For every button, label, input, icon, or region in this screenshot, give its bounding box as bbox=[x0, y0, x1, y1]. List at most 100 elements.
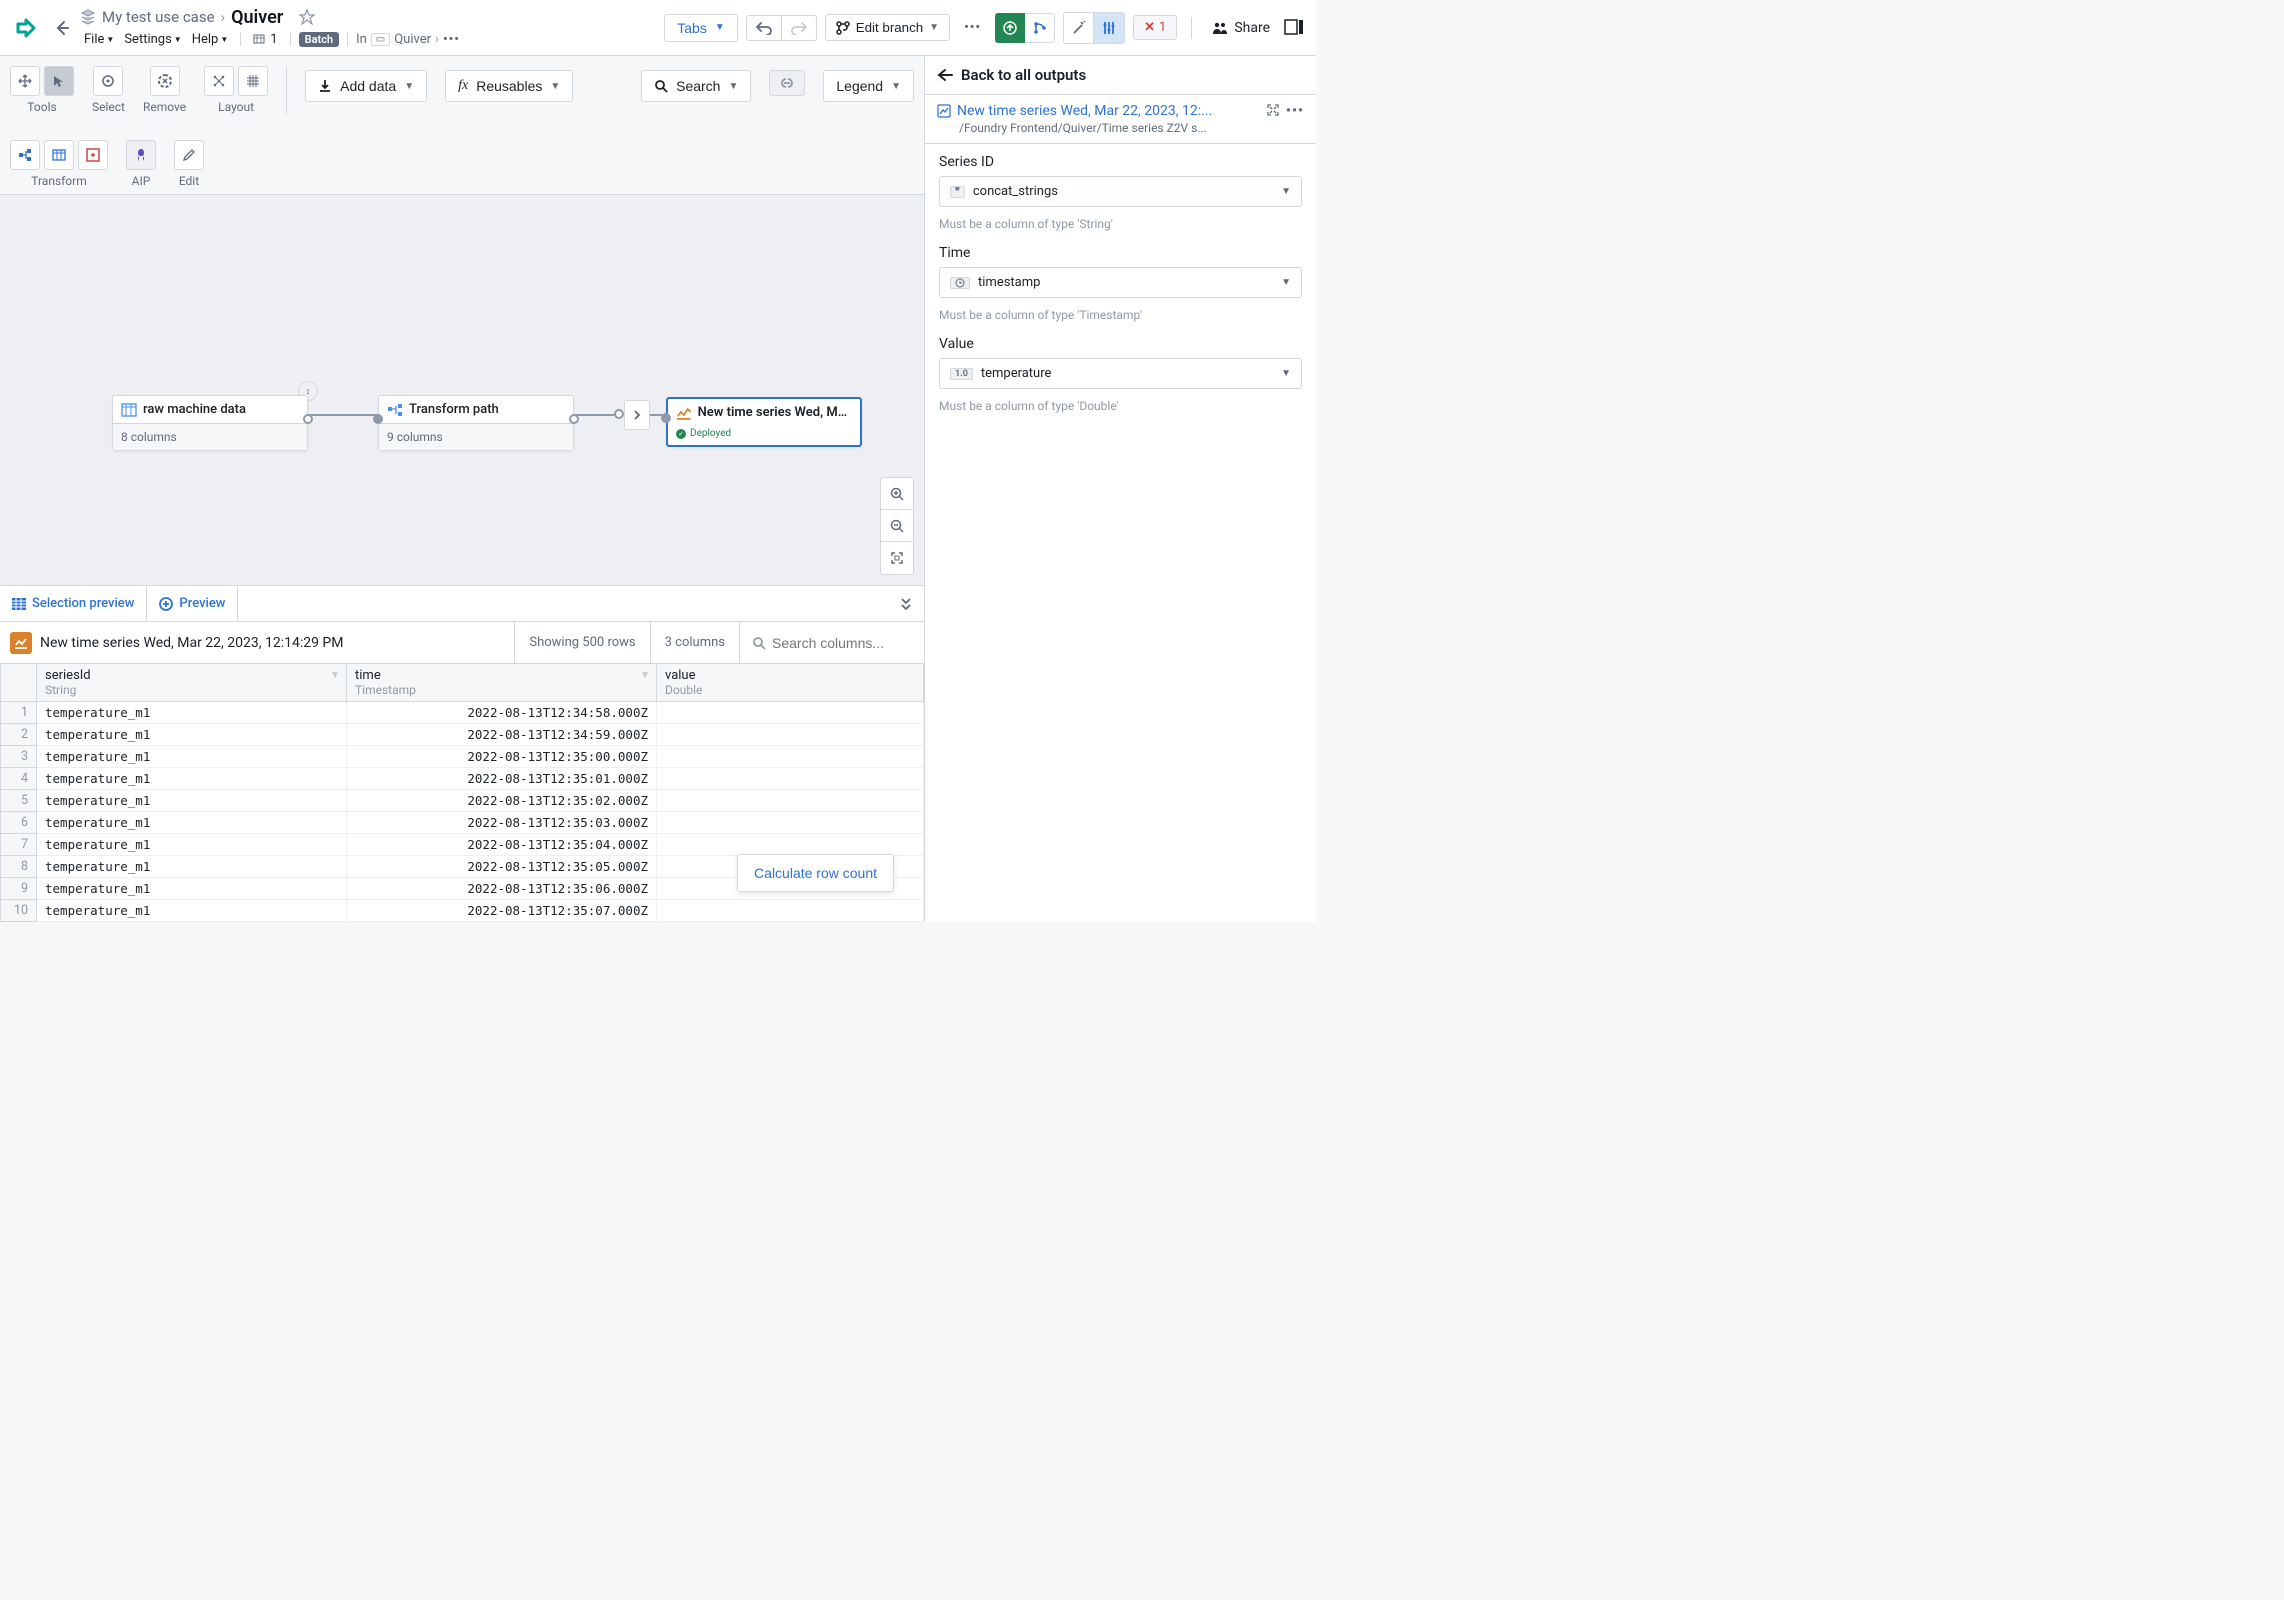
check-icon: ✓ bbox=[676, 429, 686, 439]
table-row[interactable]: 1temperature_m12022-08-13T12:34:58.000Z bbox=[1, 702, 924, 724]
canvas[interactable]: ↕ raw machine data 8 columns Transform p… bbox=[0, 195, 924, 585]
legend-button[interactable]: Legend▼ bbox=[823, 70, 914, 102]
column-menu-icon[interactable]: ▼ bbox=[330, 670, 340, 681]
back-arrow-icon[interactable] bbox=[48, 14, 76, 42]
move-tool-icon[interactable] bbox=[10, 66, 40, 96]
timeseries-icon bbox=[10, 632, 32, 654]
dataset-icon bbox=[121, 403, 137, 417]
node-raw-data[interactable]: raw machine data 8 columns bbox=[112, 395, 308, 451]
series-id-hint: Must be a column of type 'String' bbox=[925, 211, 1316, 235]
chevron-down-icon: ▼ bbox=[1281, 186, 1291, 197]
more-icon[interactable]: ••• bbox=[958, 15, 987, 40]
settings-menu[interactable]: Settings▼ bbox=[120, 30, 185, 49]
share-button[interactable]: Share bbox=[1206, 16, 1276, 40]
layout-tree-icon[interactable] bbox=[204, 66, 234, 96]
edit-label: Edit bbox=[179, 174, 199, 188]
output-node-title[interactable]: New time series Wed, Mar 22, 2023, 12:..… bbox=[957, 103, 1212, 119]
output-node-path: /Foundry Frontend/Quiver/Time series Z2V… bbox=[937, 119, 1304, 135]
transform-flow-icon[interactable] bbox=[10, 140, 40, 170]
file-menu[interactable]: File▼ bbox=[80, 30, 118, 49]
preview-cols-count: 3 columns bbox=[650, 622, 739, 663]
node-port-in[interactable] bbox=[661, 413, 671, 423]
collapse-preview-icon[interactable] bbox=[888, 597, 924, 611]
merge-button[interactable] bbox=[1025, 13, 1055, 43]
error-badge[interactable]: ✕ 1 bbox=[1133, 15, 1177, 40]
panel-toggle-icon[interactable] bbox=[1284, 19, 1306, 37]
layout-grid-icon[interactable] bbox=[238, 66, 268, 96]
titlebar: My test use case › Quiver File▼ Settings… bbox=[0, 0, 1316, 56]
help-menu[interactable]: Help▼ bbox=[188, 30, 233, 49]
search-columns-input[interactable] bbox=[739, 622, 924, 663]
table-row[interactable]: 3temperature_m12022-08-13T12:35:00.000Z bbox=[1, 746, 924, 768]
star-icon[interactable] bbox=[299, 9, 315, 25]
table-row[interactable]: 7temperature_m12022-08-13T12:35:04.000Z bbox=[1, 834, 924, 856]
tabs-button[interactable]: Tabs▼ bbox=[664, 14, 737, 42]
count-indicator[interactable]: 1 bbox=[249, 30, 281, 49]
table-row[interactable]: 5temperature_m12022-08-13T12:35:02.000Z bbox=[1, 790, 924, 812]
more-icon[interactable]: ••• bbox=[1286, 103, 1304, 119]
redo-button[interactable] bbox=[782, 16, 816, 40]
tools-label: Tools bbox=[27, 100, 56, 114]
remove-icon[interactable] bbox=[150, 66, 180, 96]
undo-button[interactable] bbox=[747, 16, 782, 40]
app-logo-icon bbox=[8, 10, 44, 46]
link-icon[interactable] bbox=[769, 70, 805, 96]
transform-icon bbox=[387, 403, 403, 417]
download-icon bbox=[318, 79, 332, 93]
chart-file-icon bbox=[937, 104, 951, 118]
node-transform[interactable]: Transform path 9 columns bbox=[378, 395, 574, 451]
expand-node-button[interactable] bbox=[624, 400, 650, 430]
tab-preview[interactable]: Preview bbox=[147, 586, 238, 621]
value-select[interactable]: 1.0 temperature ▼ bbox=[939, 358, 1302, 389]
back-to-outputs-button[interactable]: Back to all outputs bbox=[925, 56, 1316, 95]
search-icon bbox=[654, 79, 668, 93]
calculate-row-count-button[interactable]: Calculate row count bbox=[737, 854, 894, 892]
aip-icon[interactable] bbox=[126, 140, 156, 170]
column-menu-icon[interactable]: ▼ bbox=[640, 670, 650, 681]
add-data-button[interactable]: Add data▼ bbox=[305, 70, 427, 102]
table-row[interactable]: 4temperature_m12022-08-13T12:35:01.000Z bbox=[1, 768, 924, 790]
table-row[interactable]: 10temperature_m12022-08-13T12:35:07.000Z bbox=[1, 900, 924, 922]
transform-label: Transform bbox=[31, 174, 87, 188]
reusables-button[interactable]: fx Reusables▼ bbox=[445, 70, 573, 102]
search-button[interactable]: Search▼ bbox=[641, 70, 751, 102]
preview-rows-count: Showing 500 rows bbox=[514, 622, 649, 663]
series-id-select[interactable]: ❞ concat_strings ▼ bbox=[939, 176, 1302, 207]
toolbar: Tools Select Remove bbox=[0, 56, 924, 195]
zoom-fit-icon[interactable] bbox=[881, 542, 913, 574]
remove-label: Remove bbox=[143, 100, 186, 114]
column-header-time[interactable]: time bbox=[355, 668, 648, 683]
select-tool-icon[interactable] bbox=[44, 66, 74, 96]
fullscreen-icon[interactable] bbox=[1266, 103, 1280, 119]
zoom-in-icon[interactable] bbox=[881, 478, 913, 510]
zoom-out-icon[interactable] bbox=[881, 510, 913, 542]
value-label: Value bbox=[939, 336, 1302, 352]
breadcrumb-project[interactable]: My test use case bbox=[102, 8, 215, 26]
undo-redo-group bbox=[746, 15, 817, 41]
project-icon bbox=[80, 9, 96, 25]
view-settings-group bbox=[1063, 12, 1125, 44]
plus-circle-icon bbox=[159, 597, 173, 611]
commit-button[interactable] bbox=[995, 13, 1025, 43]
edit-branch-button[interactable]: Edit branch ▼ bbox=[825, 14, 950, 41]
path-indicator[interactable]: In ▭ Quiver › ••• bbox=[356, 32, 460, 47]
node-timeseries[interactable]: New time series Wed, Ma... ✓ Deployed bbox=[666, 397, 862, 447]
time-select[interactable]: timestamp ▼ bbox=[939, 267, 1302, 298]
node-port-in[interactable] bbox=[373, 414, 383, 424]
connector bbox=[308, 414, 378, 416]
table-row[interactable]: 2temperature_m12022-08-13T12:34:59.000Z bbox=[1, 724, 924, 746]
edit-pencil-icon[interactable] bbox=[174, 140, 204, 170]
wand-icon[interactable] bbox=[1064, 13, 1094, 43]
column-header-seriesid[interactable]: seriesId bbox=[45, 668, 338, 683]
tab-selection-preview[interactable]: Selection preview bbox=[0, 586, 147, 621]
column-header-value[interactable]: value bbox=[665, 668, 915, 683]
chevron-down-icon: ▼ bbox=[1281, 277, 1291, 288]
people-icon bbox=[1212, 21, 1228, 35]
transform-output-icon[interactable] bbox=[78, 140, 108, 170]
chevron-down-icon: ▼ bbox=[1281, 368, 1291, 379]
preview-panel: Selection preview Preview New time serie… bbox=[0, 585, 924, 922]
transform-table-icon[interactable] bbox=[44, 140, 74, 170]
table-row[interactable]: 6temperature_m12022-08-13T12:35:03.000Z bbox=[1, 812, 924, 834]
target-select-icon[interactable] bbox=[93, 66, 123, 96]
sliders-icon[interactable] bbox=[1094, 13, 1124, 43]
